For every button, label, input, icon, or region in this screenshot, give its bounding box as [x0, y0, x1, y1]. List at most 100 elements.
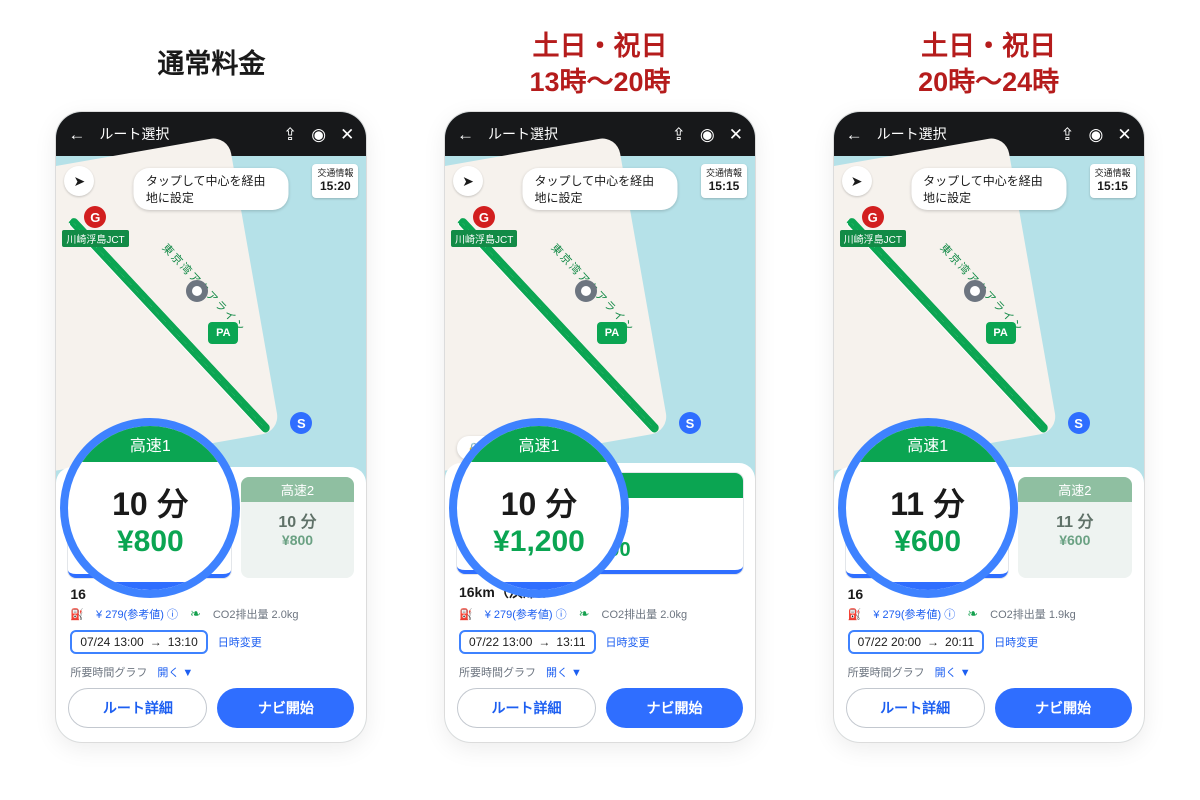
add-pin-icon[interactable]: ◉	[700, 126, 715, 143]
traffic-label: 交通情報	[701, 166, 747, 179]
dt-change-link[interactable]: 日時変更	[994, 634, 1038, 650]
traffic-time: 15:15	[1090, 179, 1136, 193]
comparison-column: 土日・祝日 13時〜20時 G 川崎浮島JCT 東京湾アクアライン PA S ←…	[430, 24, 770, 742]
pa-pin: PA	[208, 322, 238, 344]
crosshair-icon	[964, 280, 986, 302]
waypoint-tip[interactable]: タップして中心を経由地に設定	[522, 168, 677, 210]
arrow-right-icon: →	[538, 635, 550, 649]
duration-graph-label: 所要時間グラフ	[459, 664, 536, 680]
route-price: ¥600	[1022, 532, 1128, 548]
zoom-callout: 高速1 10 分 ¥800	[60, 418, 240, 598]
dt-to: 13:10	[168, 635, 198, 649]
phone-mockup: G 川崎浮島JCT 東京湾アクアライン PA S ← ルート選択 ⇪ ◉ ✕ ➤…	[445, 112, 755, 742]
dt-change-link[interactable]: 日時変更	[606, 634, 650, 650]
goal-pin: G	[473, 206, 495, 228]
comparison-column: 通常料金 G 川崎浮島JCT 東京湾アクアライン PA S ← ルート選択 ⇪ …	[41, 24, 381, 742]
share-icon[interactable]: ⇪	[1060, 126, 1074, 143]
fuel-icon: ⛽	[70, 608, 84, 621]
share-icon[interactable]: ⇪	[672, 126, 686, 143]
share-icon[interactable]: ⇪	[283, 126, 297, 143]
datetime-pill[interactable]: 07/24 13:00 → 13:10	[70, 630, 207, 654]
dt-change-link[interactable]: 日時変更	[218, 634, 262, 650]
zoom-price: ¥1,200	[493, 525, 585, 565]
add-pin-icon[interactable]: ◉	[311, 126, 326, 143]
waypoint-tip[interactable]: タップして中心を経由地に設定	[911, 168, 1066, 210]
datetime-pill[interactable]: 07/22 20:00 → 20:11	[848, 630, 985, 654]
traffic-chip[interactable]: 交通情報 15:15	[1090, 164, 1136, 198]
close-icon[interactable]: ✕	[729, 126, 743, 143]
column-title: 通常料金	[41, 24, 381, 104]
back-icon[interactable]: ←	[846, 126, 863, 143]
zoom-price: ¥800	[117, 525, 184, 565]
back-icon[interactable]: ←	[457, 126, 474, 143]
back-icon[interactable]: ←	[68, 126, 85, 143]
fuel-cost: ¥ 279(参考値) ⓘ	[873, 606, 955, 622]
pa-pin: PA	[986, 322, 1016, 344]
route-detail-button[interactable]: ルート詳細	[68, 688, 207, 728]
phone-mockup: G 川崎浮島JCT 東京湾アクアライン PA S ← ルート選択 ⇪ ◉ ✕ ➤…	[834, 112, 1144, 742]
duration-graph-label: 所要時間グラフ	[848, 664, 925, 680]
route-detail-button[interactable]: ルート詳細	[846, 688, 985, 728]
close-icon[interactable]: ✕	[1117, 126, 1131, 143]
route-card-alt[interactable]: 高速2 10 分 ¥800	[241, 477, 355, 578]
dt-from: 07/22 13:00	[469, 635, 532, 649]
leaf-icon: ❧	[579, 606, 590, 622]
topbar-title: ルート選択	[488, 124, 658, 144]
leaf-icon: ❧	[190, 606, 201, 622]
jct-label: 川崎浮島JCT	[451, 230, 517, 247]
route-minutes: 10 分	[245, 508, 351, 532]
jct-label: 川崎浮島JCT	[62, 230, 128, 247]
duration-graph-label: 所要時間グラフ	[70, 664, 147, 680]
zoom-minutes: 10 分	[112, 479, 189, 525]
zoom-minutes: 10 分	[501, 479, 578, 525]
dt-to: 13:11	[556, 635, 585, 649]
start-nav-button[interactable]: ナビ開始	[217, 688, 354, 728]
compass-icon[interactable]: ➤	[453, 166, 483, 196]
duration-graph-toggle[interactable]: 開く ▼	[935, 664, 971, 680]
start-nav-button[interactable]: ナビ開始	[995, 688, 1132, 728]
column-title: 土日・祝日 13時〜20時	[430, 24, 770, 104]
fuel-cost: ¥ 279(参考値) ⓘ	[96, 606, 178, 622]
datetime-pill[interactable]: 07/22 13:00 → 13:11	[459, 630, 596, 654]
start-pin: S	[290, 412, 312, 434]
arrow-right-icon: →	[927, 635, 939, 649]
traffic-time: 15:20	[312, 179, 358, 193]
dt-from: 07/24 13:00	[80, 635, 143, 649]
column-title: 土日・祝日 20時〜24時	[819, 24, 1159, 104]
crosshair-icon	[575, 280, 597, 302]
route-price: ¥800	[245, 532, 351, 548]
route-card-header: 高速2	[241, 477, 355, 502]
co2-text: CO2排出量 1.9kg	[990, 606, 1076, 622]
zoom-callout: 高速1 10 分 ¥1,200	[449, 418, 629, 598]
route-card-header: 高速2	[1018, 477, 1132, 502]
zoom-minutes: 11 分	[890, 479, 965, 525]
goal-pin: G	[862, 206, 884, 228]
traffic-chip[interactable]: 交通情報 15:20	[312, 164, 358, 198]
comparison-column: 土日・祝日 20時〜24時 G 川崎浮島JCT 東京湾アクアライン PA S ←…	[819, 24, 1159, 742]
topbar-title: ルート選択	[99, 124, 269, 144]
duration-graph-toggle[interactable]: 開く ▼	[546, 664, 582, 680]
close-icon[interactable]: ✕	[340, 126, 354, 143]
compass-icon[interactable]: ➤	[842, 166, 872, 196]
fuel-icon: ⛽	[848, 608, 862, 621]
co2-text: CO2排出量 2.0kg	[213, 606, 299, 622]
dt-to: 20:11	[945, 635, 974, 649]
arrow-right-icon: →	[150, 635, 162, 649]
zoom-callout: 高速1 11 分 ¥600	[838, 418, 1018, 598]
start-nav-button[interactable]: ナビ開始	[606, 688, 743, 728]
phone-mockup: G 川崎浮島JCT 東京湾アクアライン PA S ← ルート選択 ⇪ ◉ ✕ ➤…	[56, 112, 366, 742]
route-detail-button[interactable]: ルート詳細	[457, 688, 596, 728]
co2-text: CO2排出量 2.0kg	[602, 606, 688, 622]
add-pin-icon[interactable]: ◉	[1089, 126, 1104, 143]
traffic-time: 15:15	[701, 179, 747, 193]
waypoint-tip[interactable]: タップして中心を経由地に設定	[134, 168, 289, 210]
route-card-alt[interactable]: 高速2 11 分 ¥600	[1018, 477, 1132, 578]
jct-label: 川崎浮島JCT	[840, 230, 906, 247]
leaf-icon: ❧	[967, 606, 978, 622]
traffic-label: 交通情報	[312, 166, 358, 179]
traffic-chip[interactable]: 交通情報 15:15	[701, 164, 747, 198]
start-pin: S	[1068, 412, 1090, 434]
duration-graph-toggle[interactable]: 開く ▼	[157, 664, 193, 680]
route-minutes: 11 分	[1022, 508, 1128, 532]
traffic-label: 交通情報	[1090, 166, 1136, 179]
